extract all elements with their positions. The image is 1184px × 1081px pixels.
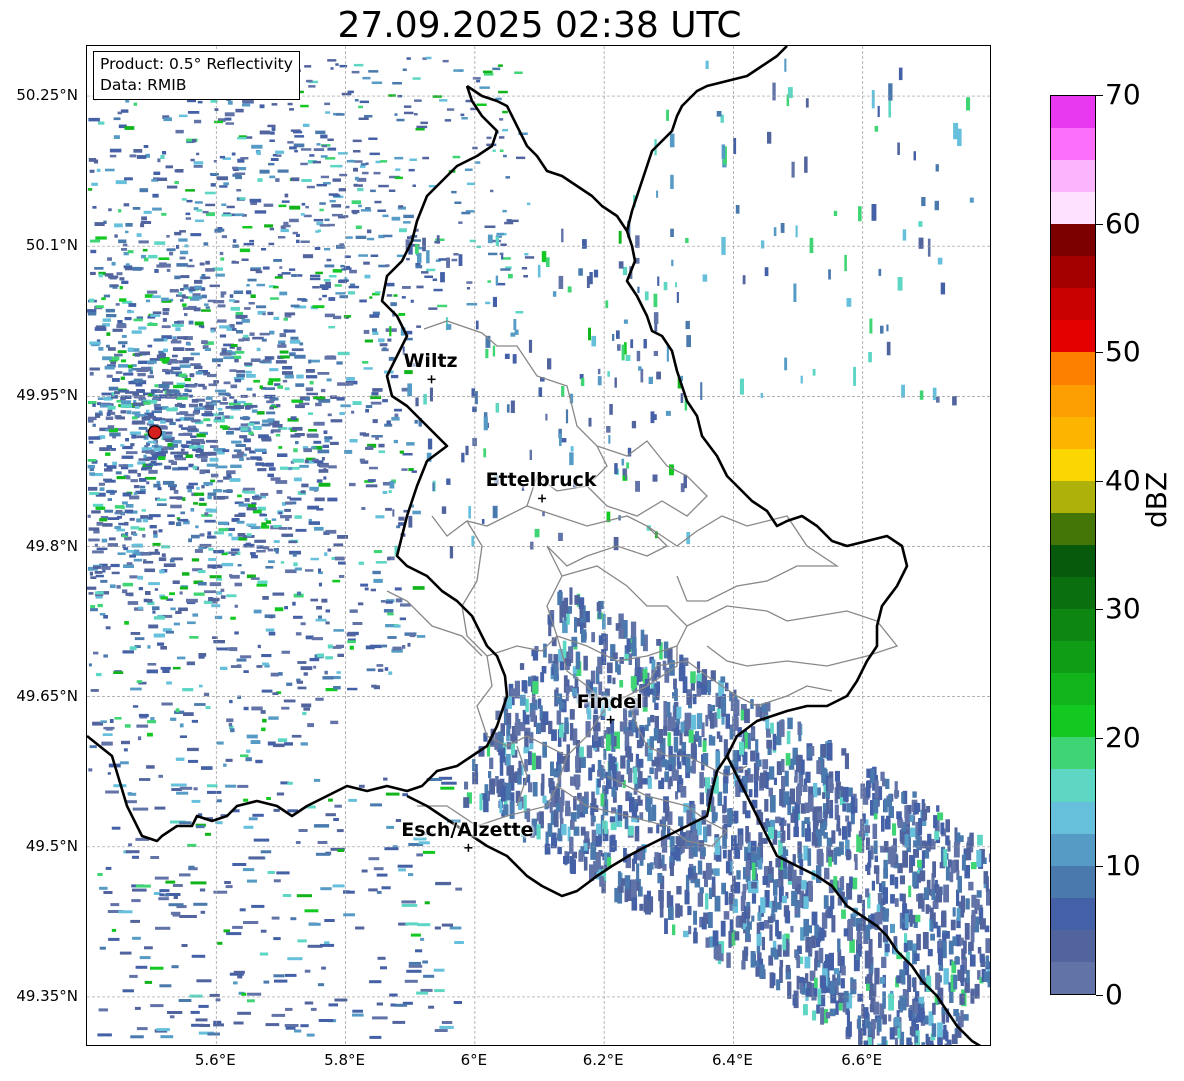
colorbar-segment <box>1051 320 1095 353</box>
district-boundary <box>461 520 563 657</box>
colorbar-segment <box>1051 737 1095 770</box>
city-label: Findel <box>576 690 643 713</box>
product-label: Product: 0.5° Reflectivity <box>100 55 293 73</box>
colorbar-segment <box>1051 833 1095 866</box>
district-boundary <box>586 440 708 517</box>
colorbar-tick-label: 50 <box>1105 335 1141 369</box>
data-source-label: Data: RMIB <box>100 76 187 94</box>
radar-map-canvas <box>87 46 990 1045</box>
colorbar-segment <box>1051 256 1095 289</box>
colorbar-segment <box>1051 929 1095 962</box>
lon-tick-label: 5.8°E <box>324 1051 365 1069</box>
colorbar-tick <box>1096 995 1103 996</box>
city-label: Ettelbruck <box>485 469 597 492</box>
product-info-box: Product: 0.5° Reflectivity Data: RMIB <box>93 51 300 100</box>
radar-echoes <box>87 56 990 1045</box>
colorbar-tick-label: 20 <box>1105 720 1141 754</box>
reflectivity-colorbar <box>1050 95 1096 995</box>
lon-tick-label: 6°E <box>460 1051 488 1069</box>
colorbar-segment <box>1051 641 1095 674</box>
colorbar-segment <box>1051 288 1095 321</box>
lon-tick-label: 6.6°E <box>841 1051 883 1069</box>
lat-tick-label: 49.95°N <box>16 386 78 405</box>
colorbar-tick <box>1096 609 1103 611</box>
colorbar-segment <box>1051 801 1095 834</box>
colorbar-segment <box>1051 127 1095 160</box>
colorbar-tick-label: 60 <box>1105 206 1141 240</box>
colorbar-tick <box>1096 95 1103 96</box>
lat-tick-label: 49.5°N <box>25 836 78 855</box>
radar-map[interactable] <box>86 45 991 1046</box>
lon-tick-label: 5.6°E <box>194 1051 236 1069</box>
colorbar-segment <box>1051 769 1095 802</box>
colorbar-segment <box>1051 352 1095 385</box>
colorbar-segment <box>1051 512 1095 545</box>
district-boundary <box>686 605 899 667</box>
colorbar-label: dBZ <box>1140 471 1173 528</box>
colorbar-segment <box>1051 192 1095 225</box>
colorbar-segment <box>1051 95 1095 128</box>
colorbar-segment <box>1051 384 1095 417</box>
colorbar-tick <box>1096 737 1103 739</box>
colorbar-segment <box>1051 544 1095 577</box>
colorbar-tick <box>1096 352 1103 354</box>
lat-tick-label: 49.65°N <box>16 686 78 705</box>
colorbar-tick-label: 40 <box>1105 463 1141 497</box>
colorbar-segment <box>1051 897 1095 930</box>
colorbar-segment <box>1051 576 1095 610</box>
graticule <box>87 46 990 1045</box>
district-boundary <box>526 505 669 567</box>
lat-tick-label: 50.25°N <box>16 86 78 105</box>
colorbar-tick <box>1096 480 1103 482</box>
colorbar-segment <box>1051 224 1095 257</box>
radar-site-marker <box>147 425 163 440</box>
colorbar-segment <box>1051 159 1095 193</box>
map-title: 27.09.2025 02:38 UTC <box>337 5 742 46</box>
city-label: Wiltz <box>403 350 458 373</box>
colorbar-segment <box>1051 480 1095 513</box>
colorbar-segment <box>1051 865 1095 898</box>
colorbar-tick-label: 0 <box>1105 978 1123 1011</box>
colorbar-tick-label: 10 <box>1105 849 1141 883</box>
city-label: Esch/Alzette <box>401 818 534 841</box>
colorbar-segment <box>1051 609 1095 642</box>
colorbar-segment <box>1051 961 1095 994</box>
colorbar-segment <box>1051 416 1095 449</box>
lon-tick-label: 6.2°E <box>582 1051 624 1069</box>
colorbar-segment <box>1051 448 1095 481</box>
colorbar-tick-label: 30 <box>1105 592 1141 626</box>
colorbar-segment <box>1051 705 1095 738</box>
country-border <box>625 46 788 232</box>
lon-tick-label: 6.4°E <box>712 1051 753 1069</box>
colorbar-tick-label: 70 <box>1105 78 1141 111</box>
lat-tick-label: 49.35°N <box>16 986 78 1005</box>
colorbar-segment <box>1051 673 1095 706</box>
lat-tick-label: 49.8°N <box>25 536 78 555</box>
colorbar-tick <box>1096 866 1103 868</box>
district-boundary <box>646 515 840 602</box>
lat-tick-label: 50.1°N <box>25 236 78 255</box>
colorbar-tick <box>1096 223 1103 225</box>
